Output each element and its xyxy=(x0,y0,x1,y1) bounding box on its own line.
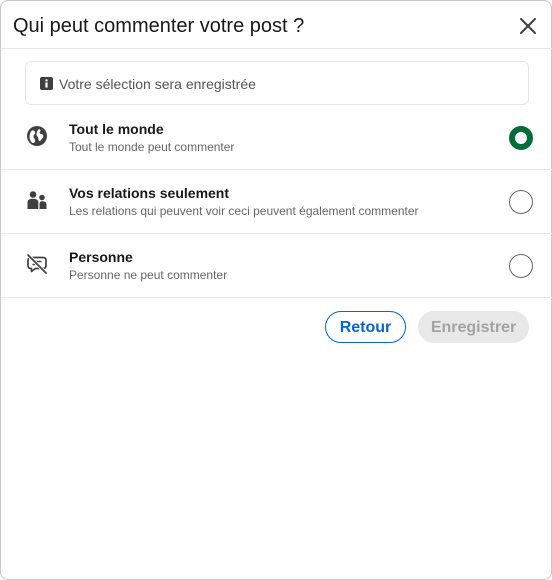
dialog-header: Qui peut commenter votre post ? xyxy=(1,1,552,49)
close-button[interactable] xyxy=(517,15,539,37)
option-description: Personne ne peut commenter xyxy=(69,268,228,282)
save-button[interactable]: Enregistrer xyxy=(418,311,529,343)
comment-off-icon xyxy=(26,253,48,275)
option-no-one[interactable]: Personne Personne ne peut commenter xyxy=(1,234,552,298)
radio-connections-only[interactable] xyxy=(509,190,533,214)
option-title: Vos relations seulement xyxy=(69,185,230,201)
radio-no-one[interactable] xyxy=(509,254,533,278)
info-icon xyxy=(40,77,53,90)
close-icon xyxy=(520,18,536,34)
globe-icon xyxy=(27,126,47,146)
option-description: Les relations qui peuvent voir ceci peuv… xyxy=(69,204,419,218)
people-icon xyxy=(27,191,47,209)
radio-everyone[interactable] xyxy=(509,126,533,150)
option-title: Personne xyxy=(69,249,133,265)
back-button[interactable]: Retour xyxy=(325,311,406,343)
dialog-title: Qui peut commenter votre post ? xyxy=(13,15,305,37)
save-notice: Votre sélection sera enregistrée xyxy=(25,61,529,105)
option-title: Tout le monde xyxy=(69,121,164,137)
option-description: Tout le monde peut commenter xyxy=(69,140,235,154)
option-connections-only[interactable]: Vos relations seulement Les relations qu… xyxy=(1,170,552,234)
notice-text: Votre sélection sera enregistrée xyxy=(59,76,256,92)
option-everyone[interactable]: Tout le monde Tout le monde peut comment… xyxy=(1,106,552,170)
comment-settings-dialog: Qui peut commenter votre post ? Votre sé… xyxy=(0,0,552,580)
